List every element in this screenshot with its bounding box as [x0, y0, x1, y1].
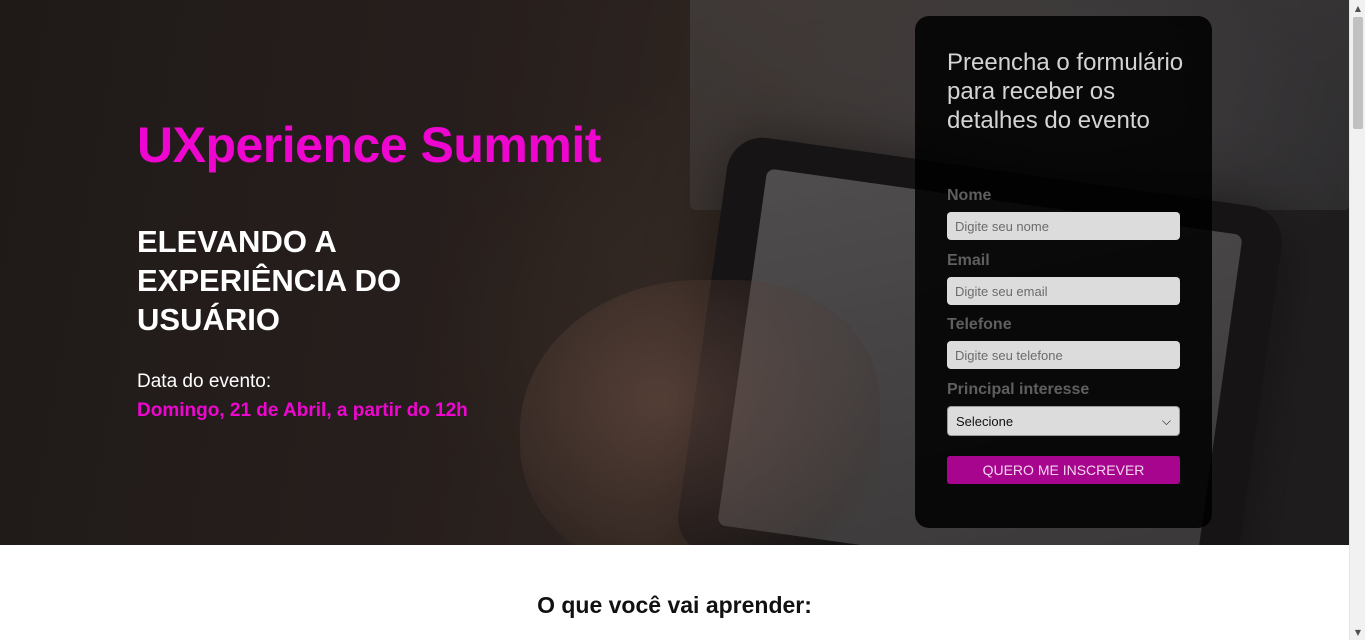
email-input[interactable] [947, 277, 1180, 305]
event-title: UXperience Summit [137, 117, 601, 173]
name-input[interactable] [947, 212, 1180, 240]
email-label: Email [947, 252, 990, 269]
interest-label: Principal interesse [947, 381, 1090, 398]
event-date-label: Data do evento: [137, 371, 272, 392]
triangle-up-icon[interactable]: ▲ [1350, 0, 1365, 16]
subscribe-button[interactable]: QUERO ME INSCREVER [947, 456, 1180, 484]
chevron-down-icon: ⌵ [1161, 413, 1171, 428]
phone-label: Telefone [947, 316, 1012, 333]
signup-form: Preencha o formulário para receber os de… [915, 16, 1212, 528]
interest-select[interactable]: Selecione ⌵ [947, 406, 1180, 436]
interest-select-value: Selecione [956, 413, 1014, 429]
name-label: Nome [947, 187, 992, 204]
learn-section-title: O que você vai aprender: [537, 592, 812, 618]
page-scrollbar[interactable]: ▲ ▼ [1349, 0, 1365, 640]
phone-input[interactable] [947, 341, 1180, 369]
event-subtitle: ELEVANDO A EXPERIÊNCIA DO USUÁRIO [137, 224, 402, 337]
form-heading: Preencha o formulário para receber os de… [947, 49, 1184, 134]
hero-section: UXperience Summit ELEVANDO A EXPERIÊNCIA… [0, 0, 1349, 545]
triangle-down-icon[interactable]: ▼ [1350, 624, 1365, 640]
scroll-thumb[interactable] [1353, 17, 1363, 129]
event-date-value: Domingo, 21 de Abril, a partir do 12h [137, 400, 468, 421]
